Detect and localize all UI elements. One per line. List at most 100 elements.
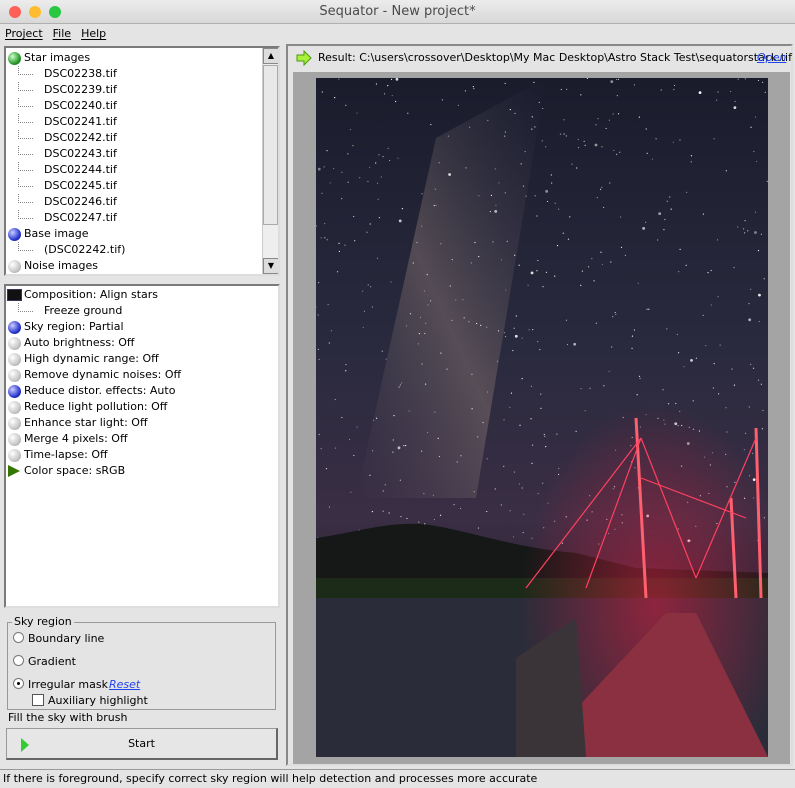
noise-images-label: Noise images: [24, 259, 99, 272]
file-label: DSC02239.tif: [44, 83, 117, 96]
grey-ball-icon: [8, 259, 21, 273]
boundary-line-label: Boundary line: [28, 632, 105, 645]
play-icon: [21, 738, 29, 752]
star-image-file[interactable]: DSC02241.tif: [6, 114, 278, 130]
setting-label: Time-lapse: Off: [24, 448, 108, 461]
auxiliary-highlight-label: Auxiliary highlight: [48, 694, 148, 707]
grey-ball-icon: [8, 448, 21, 462]
menu-help[interactable]: Help: [81, 26, 106, 42]
setting-label: Auto brightness: Off: [24, 336, 135, 349]
file-label: DSC02245.tif: [44, 179, 117, 192]
star-images-node[interactable]: Star images: [6, 50, 278, 66]
result-arrow-icon: [296, 49, 312, 67]
setting-item[interactable]: Enhance star light: Off: [6, 415, 278, 431]
sky-region-title: Sky region: [12, 615, 74, 628]
star-image-file[interactable]: DSC02244.tif: [6, 162, 278, 178]
setting-item[interactable]: High dynamic range: Off: [6, 351, 278, 367]
open-link[interactable]: Open: [757, 51, 786, 64]
menu-project[interactable]: Project: [5, 26, 43, 42]
scroll-thumb[interactable]: [263, 65, 278, 225]
maximize-window-button[interactable]: [49, 6, 61, 18]
setting-label: High dynamic range: Off: [24, 352, 159, 365]
file-label: DSC02247.tif: [44, 211, 117, 224]
grey-ball-icon: [8, 336, 21, 350]
irregular-mask-radio[interactable]: Irregular mask: [13, 678, 108, 691]
setting-item[interactable]: Sky region: Partial: [6, 319, 278, 335]
composition-icon: [7, 289, 22, 301]
menu-file[interactable]: File: [53, 26, 71, 42]
setting-item[interactable]: Time-lapse: Off: [6, 447, 278, 463]
green-ball-icon: [8, 51, 21, 65]
start-label: Start: [128, 737, 155, 750]
setting-label: Enhance star light: Off: [24, 416, 148, 429]
grey-ball-icon: [8, 416, 21, 430]
star-image-file[interactable]: DSC02246.tif: [6, 194, 278, 210]
status-bar: If there is foreground, specify correct …: [0, 769, 795, 788]
color-triangle-icon: [8, 465, 20, 477]
result-path: Result: C:\users\crossover\Desktop\My Ma…: [318, 51, 792, 64]
color-space-node[interactable]: Color space: sRGB: [6, 463, 278, 479]
reset-link[interactable]: Reset: [109, 678, 140, 691]
sky-region-group: Sky region Boundary line Gradient Irregu…: [7, 615, 276, 710]
file-label: DSC02244.tif: [44, 163, 117, 176]
title-bar: Sequator - New project*: [0, 0, 795, 24]
setting-label: Merge 4 pixels: Off: [24, 432, 128, 445]
result-image[interactable]: [316, 78, 768, 757]
freeze-ground-label: Freeze ground: [44, 304, 123, 317]
boundary-line-radio[interactable]: Boundary line: [13, 632, 104, 645]
file-label: DSC02241.tif: [44, 115, 117, 128]
blue-ball-icon: [8, 227, 21, 241]
irregular-mask-label: Irregular mask: [28, 678, 108, 691]
star-image-file[interactable]: DSC02243.tif: [6, 146, 278, 162]
setting-label: Reduce light pollution: Off: [24, 400, 168, 413]
base-image-file[interactable]: (DSC02242.tif): [6, 242, 278, 258]
color-space-label: Color space: sRGB: [24, 464, 126, 477]
star-image-file[interactable]: DSC02239.tif: [6, 82, 278, 98]
gradient-label: Gradient: [28, 655, 76, 668]
setting-item[interactable]: Remove dynamic noises: Off: [6, 367, 278, 383]
noise-images-node[interactable]: Noise images: [6, 258, 278, 274]
star-image-file[interactable]: DSC02247.tif: [6, 210, 278, 226]
star-image-file[interactable]: DSC02238.tif: [6, 66, 278, 82]
base-image-node[interactable]: Base image: [6, 226, 278, 242]
file-label: DSC02243.tif: [44, 147, 117, 160]
settings-tree: Composition: Align stars Freeze ground S…: [4, 284, 280, 608]
star-image-file[interactable]: DSC02242.tif: [6, 130, 278, 146]
gradient-radio[interactable]: Gradient: [13, 655, 76, 668]
file-label: DSC02242.tif: [44, 131, 117, 144]
window-title: Sequator - New project*: [319, 4, 476, 19]
base-file-label: (DSC02242.tif): [44, 243, 126, 256]
setting-item[interactable]: Reduce light pollution: Off: [6, 399, 278, 415]
images-tree: Star images DSC02238.tif DSC02239.tif DSC0…: [4, 46, 280, 276]
setting-item[interactable]: Reduce distor. effects: Auto: [6, 383, 278, 399]
scroll-down-button[interactable]: ▼: [263, 258, 278, 274]
tree-scrollbar[interactable]: ▲ ▼: [262, 48, 278, 274]
freeze-ground-node[interactable]: Freeze ground: [6, 303, 278, 319]
auxiliary-highlight-checkbox[interactable]: Auxiliary highlight: [32, 694, 148, 707]
file-label: DSC02238.tif: [44, 67, 117, 80]
base-image-label: Base image: [24, 227, 89, 240]
star-image-file[interactable]: DSC02240.tif: [6, 98, 278, 114]
setting-label: Sky region: Partial: [24, 320, 124, 333]
setting-item[interactable]: Auto brightness: Off: [6, 335, 278, 351]
minimize-window-button[interactable]: [29, 6, 41, 18]
scroll-up-button[interactable]: ▲: [263, 48, 278, 64]
file-label: DSC02240.tif: [44, 99, 117, 112]
start-button[interactable]: Start: [6, 728, 278, 760]
blue-ball-icon: [8, 384, 21, 398]
grey-ball-icon: [8, 400, 21, 414]
blue-ball-icon: [8, 320, 21, 334]
setting-label: Remove dynamic noises: Off: [24, 368, 182, 381]
star-image-file[interactable]: DSC02245.tif: [6, 178, 278, 194]
file-label: DSC02246.tif: [44, 195, 117, 208]
hint-text: Fill the sky with brush: [8, 711, 128, 724]
composition-node[interactable]: Composition: Align stars: [6, 287, 278, 303]
grey-ball-icon: [8, 368, 21, 382]
grey-ball-icon: [8, 352, 21, 366]
grey-ball-icon: [8, 432, 21, 446]
menu-bar: Project File Help: [0, 26, 106, 42]
close-window-button[interactable]: [9, 6, 21, 18]
composition-label: Composition: Align stars: [24, 288, 159, 301]
star-images-label: Star images: [24, 51, 91, 64]
setting-item[interactable]: Merge 4 pixels: Off: [6, 431, 278, 447]
